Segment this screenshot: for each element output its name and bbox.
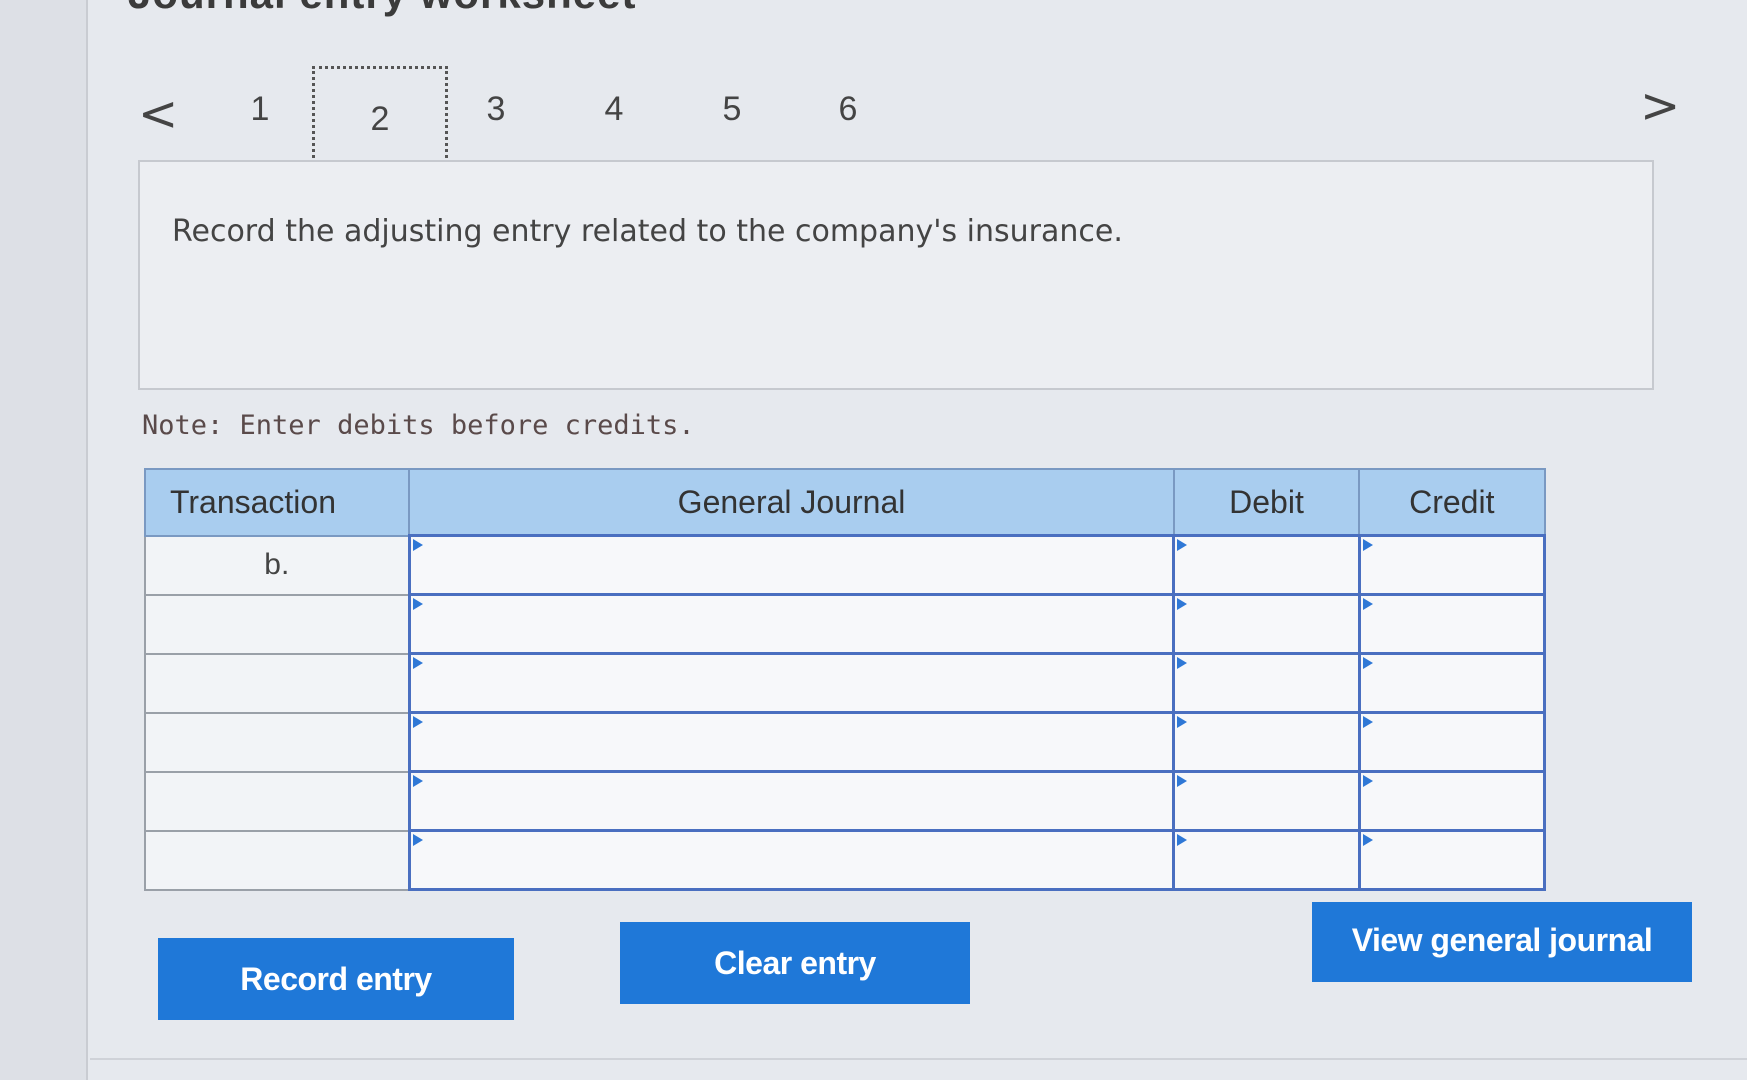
dropdown-flag-icon: [1362, 716, 1373, 728]
debit-input[interactable]: [1172, 770, 1361, 832]
transaction-cell: b.: [143, 534, 411, 596]
dropdown-flag-icon: [412, 834, 423, 846]
account-input[interactable]: [407, 534, 1176, 596]
table-row: [143, 711, 1547, 773]
page-1-tab[interactable]: 1: [230, 90, 290, 129]
transaction-cell: [143, 593, 411, 655]
journal-table: Transaction General Journal Debit Credit…: [143, 468, 1547, 891]
next-page-icon[interactable]: >: [1640, 82, 1680, 130]
divider: [90, 1058, 1747, 1060]
account-input[interactable]: [407, 770, 1176, 832]
table-row: [143, 593, 1547, 655]
instruction-box: Record the adjusting entry related to th…: [138, 160, 1654, 390]
account-input[interactable]: [407, 711, 1176, 773]
dropdown-flag-icon: [1362, 657, 1373, 669]
transaction-cell: [143, 711, 411, 773]
table-row: b.: [143, 534, 1547, 596]
dropdown-flag-icon: [412, 657, 423, 669]
transaction-header: Transaction: [143, 468, 411, 537]
debit-input[interactable]: [1172, 534, 1361, 596]
account-input[interactable]: [407, 593, 1176, 655]
debit-input[interactable]: [1172, 593, 1361, 655]
dropdown-flag-icon: [1177, 834, 1188, 846]
dropdown-flag-icon: [1362, 539, 1373, 551]
table-row: [143, 652, 1547, 714]
page-6-tab[interactable]: 6: [818, 90, 878, 129]
transaction-cell: [143, 770, 411, 832]
dropdown-flag-icon: [412, 716, 423, 728]
page-2-tab[interactable]: 2: [312, 66, 448, 170]
credit-input[interactable]: [1357, 593, 1547, 655]
transaction-cell: [143, 829, 411, 891]
dropdown-flag-icon: [1362, 834, 1373, 846]
page-5-tab[interactable]: 5: [702, 90, 762, 129]
debit-header: Debit: [1172, 468, 1361, 537]
table-row: [143, 829, 1547, 891]
instruction-text: Record the adjusting entry related to th…: [172, 214, 1123, 249]
dropdown-flag-icon: [1177, 598, 1188, 610]
credit-input[interactable]: [1357, 829, 1547, 891]
transaction-cell: [143, 652, 411, 714]
dropdown-flag-icon: [1177, 716, 1188, 728]
debit-input[interactable]: [1172, 829, 1361, 891]
debit-input[interactable]: [1172, 652, 1361, 714]
journal-header-row: Transaction General Journal Debit Credit: [143, 468, 1546, 537]
dropdown-flag-icon: [1362, 598, 1373, 610]
dropdown-flag-icon: [1362, 775, 1373, 787]
credit-header: Credit: [1358, 468, 1546, 537]
dropdown-flag-icon: [1177, 657, 1188, 669]
credit-input[interactable]: [1357, 534, 1547, 596]
page-title: Journal entry worksheet: [128, 0, 636, 18]
credit-input[interactable]: [1357, 711, 1547, 773]
dropdown-flag-icon: [412, 775, 423, 787]
view-general-journal-button[interactable]: View general journal: [1312, 902, 1692, 982]
dropdown-flag-icon: [412, 598, 423, 610]
note-text: Note: Enter debits before credits.: [142, 410, 695, 441]
page-3-tab[interactable]: 3: [466, 90, 526, 129]
account-input[interactable]: [407, 829, 1176, 891]
clear-entry-button[interactable]: Clear entry: [620, 922, 970, 1004]
prev-page-icon[interactable]: <: [138, 90, 178, 138]
dropdown-flag-icon: [1177, 775, 1188, 787]
page-4-tab[interactable]: 4: [584, 90, 644, 129]
credit-input[interactable]: [1357, 770, 1547, 832]
general-journal-header: General Journal: [408, 468, 1175, 537]
dropdown-flag-icon: [412, 539, 423, 551]
table-row: [143, 770, 1547, 832]
dropdown-flag-icon: [1177, 539, 1188, 551]
account-input[interactable]: [407, 652, 1176, 714]
debit-input[interactable]: [1172, 711, 1361, 773]
record-entry-button[interactable]: Record entry: [158, 938, 514, 1020]
credit-input[interactable]: [1357, 652, 1547, 714]
